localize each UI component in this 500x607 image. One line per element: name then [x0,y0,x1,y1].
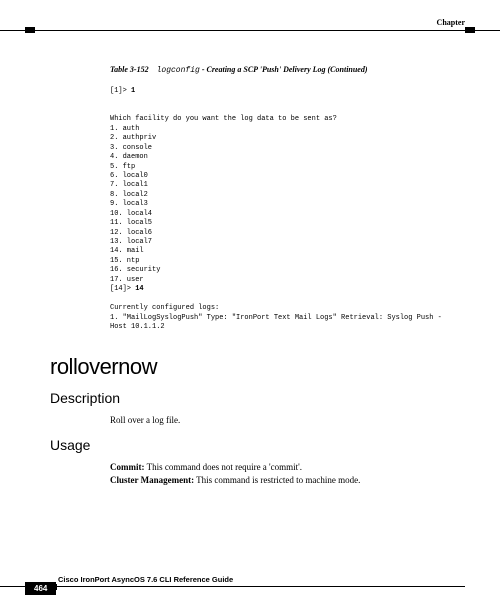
code-line: [1]> [110,87,131,95]
code-input: 1 [131,87,135,95]
code-line: 15. ntp [110,257,139,265]
code-line: 17. user [110,276,144,284]
page-number: 464 [25,582,56,595]
table-caption: Table 3-152 logconfig - Creating a SCP '… [110,65,465,75]
commit-label: Commit: [110,462,145,472]
code-line: Which facility do you want the log data … [110,115,337,123]
code-line: 9. local3 [110,200,148,208]
code-line: 1. "MailLogSyslogPush" Type: "IronPort T… [110,314,442,322]
code-line: Host 10.1.1.2 [110,323,165,331]
cluster-text: This command is restricted to machine mo… [194,475,360,485]
code-line: 10. local4 [110,210,152,218]
usage-heading: Usage [50,437,465,453]
code-line: 8. local2 [110,191,148,199]
code-line: 5. ftp [110,163,135,171]
code-line: Currently configured logs: [110,304,219,312]
footer-rule [0,586,465,587]
code-line: 14. mail [110,247,144,255]
footer: Cisco IronPort AsyncOS 7.6 CLI Reference… [0,575,500,587]
code-line: 11. local5 [110,219,152,227]
commit-text: This command does not require a 'commit'… [145,462,303,472]
command-name-heading: rollovernow [50,354,465,380]
code-line: 7. local1 [110,181,148,189]
table-label: Table 3-152 [110,65,149,74]
header-rule [0,30,500,31]
code-line: 2. authpriv [110,134,156,142]
table-rest: - Creating a SCP 'Push' Delivery Log (Co… [200,65,368,74]
header-marker-left [25,27,35,33]
usage-body: Commit: This command does not require a … [110,461,465,486]
code-input: 14 [135,285,143,293]
description-body: Roll over a log file. [110,414,465,427]
code-line: 3. console [110,144,152,152]
header-chapter: Chapter [437,18,465,27]
cluster-label: Cluster Management: [110,475,194,485]
code-line: 12. local6 [110,229,152,237]
code-line: 4. daemon [110,153,148,161]
code-line: 16. security [110,266,160,274]
page: Chapter Table 3-152 logconfig - Creating… [0,0,500,607]
code-line: 13. local7 [110,238,152,246]
code-block: [1]> 1 Which facility do you want the lo… [110,87,465,332]
code-line: 1. auth [110,125,139,133]
code-line: 6. local0 [110,172,148,180]
code-line: [14]> [110,285,135,293]
description-heading: Description [50,390,465,406]
footer-doc-title: Cisco IronPort AsyncOS 7.6 CLI Reference… [58,575,500,584]
table-cmd: logconfig [157,66,200,75]
header-marker-right [465,27,475,33]
